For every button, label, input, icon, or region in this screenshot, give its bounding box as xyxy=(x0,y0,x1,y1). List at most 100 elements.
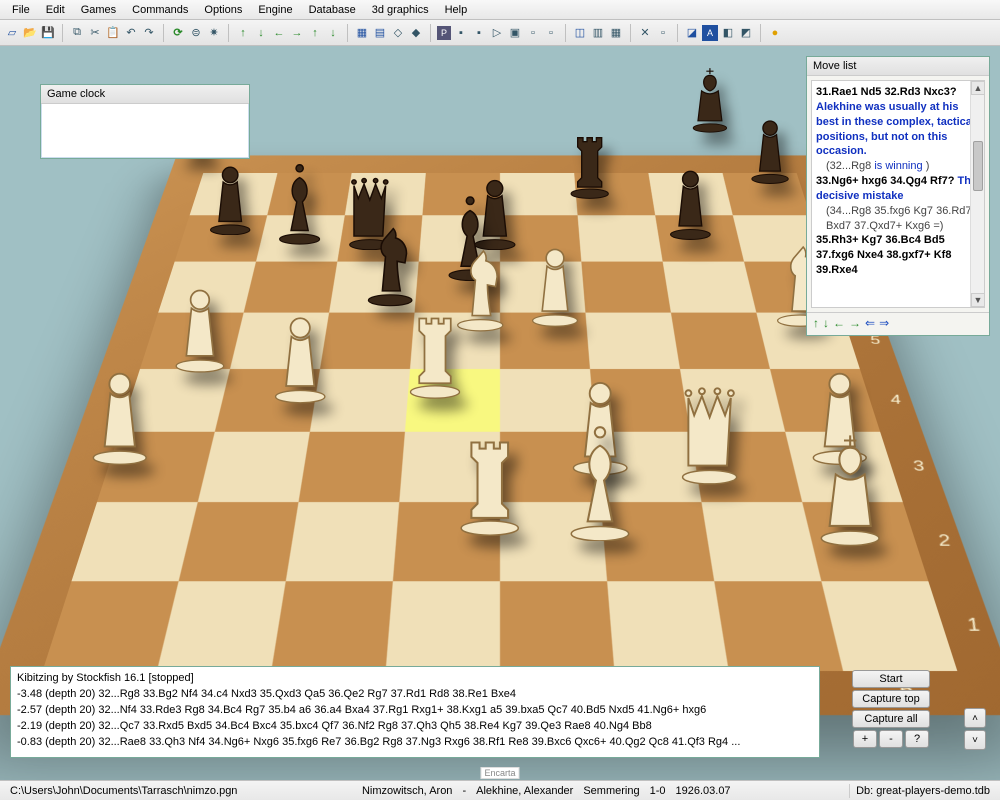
menu-database[interactable]: Database xyxy=(301,2,364,18)
move-list-title: Move list xyxy=(807,57,989,76)
x1-icon[interactable]: ✕ xyxy=(637,25,653,41)
variation-1a[interactable]: (32...Rg8 xyxy=(826,160,871,172)
db4-icon[interactable]: ◆ xyxy=(408,25,424,41)
kibitz-line-3: -0.83 (depth 20) 32...Rae8 33.Qh3 Nf4 34… xyxy=(17,735,813,751)
game-clock-panel: Game clock xyxy=(40,84,250,159)
menu-file[interactable]: File xyxy=(4,2,38,18)
kibitz-panel: Kibitzing by Stockfish 16.1 [stopped] -3… xyxy=(10,666,820,758)
kibitz-line-2: -2.19 (depth 20) 32...Qc7 33.Rxd5 Bxd5 3… xyxy=(17,719,813,735)
status-sep: - xyxy=(462,785,466,797)
redo-icon[interactable]: ↷ xyxy=(141,25,157,41)
x2-icon[interactable]: ▫ xyxy=(655,25,671,41)
view4-icon[interactable]: ◩ xyxy=(738,25,754,41)
move-line-1[interactable]: 31.Rae1 Nd5 32.Rd3 Nxc3? xyxy=(816,86,957,98)
panel1-icon[interactable]: ◫ xyxy=(572,25,588,41)
status-filepath: C:\Users\John\Documents\Tarrasch\nimzo.p… xyxy=(4,784,243,798)
view2-icon[interactable]: A xyxy=(702,25,718,41)
view3-icon[interactable]: ◧ xyxy=(720,25,736,41)
annotation-1: Alekhine was usually at his best in thes… xyxy=(816,101,975,158)
kibitz-controls: Start Capture top Capture all + - ? xyxy=(826,666,956,758)
capture-all-button[interactable]: Capture all xyxy=(852,710,930,728)
move-line-2[interactable]: 33.Ng6+ hxg6 34.Qg4 Rf7? xyxy=(816,175,954,187)
db2-icon[interactable]: ▤ xyxy=(372,25,388,41)
nav-up2-icon[interactable]: ↑ xyxy=(307,25,323,41)
kibitz-line-0: -3.48 (depth 20) 32...Rg8 33.Bg2 Nf4 34.… xyxy=(17,687,813,703)
movelist-nav-left-icon[interactable]: ← xyxy=(833,316,845,330)
nav-first-icon[interactable]: ↑ xyxy=(235,25,251,41)
movelist-nav-first-icon[interactable]: ⇐ xyxy=(865,316,875,330)
scroll-up-icon[interactable]: ▲ xyxy=(971,81,985,95)
help-button[interactable]: ? xyxy=(905,730,929,748)
sq1-icon[interactable]: ▪ xyxy=(453,25,469,41)
flip-icon[interactable]: ⊜ xyxy=(188,25,204,41)
toolbar: ▱ 📂 💾 ⧉ ✂ 📋 ↶ ↷ ⟳ ⊜ ✷ ↑ ↓ ← → ↑ ↓ ▦ ▤ ◇ … xyxy=(0,20,1000,46)
black-king xyxy=(686,61,734,133)
menu-help[interactable]: Help xyxy=(437,2,476,18)
sq3-icon[interactable]: ▫ xyxy=(525,25,541,41)
move-list-scrollbar[interactable]: ▲ ▼ xyxy=(970,81,984,307)
game-clock-title: Game clock xyxy=(41,85,249,104)
corner-controls: ˄ ˅ xyxy=(964,708,990,750)
cut-icon[interactable]: ✂ xyxy=(87,25,103,41)
open-icon[interactable]: 📂 xyxy=(22,25,38,41)
minus-button[interactable]: - xyxy=(879,730,903,748)
menu-options[interactable]: Options xyxy=(196,2,250,18)
menu-3d-graphics[interactable]: 3d graphics xyxy=(364,2,437,18)
play-icon[interactable]: ▷ xyxy=(489,25,505,41)
encarta-watermark: Encarta xyxy=(480,767,519,779)
move-list-nav: ↑ ↓ ← → ⇐ ⇒ xyxy=(807,312,989,333)
status-result: 1-0 xyxy=(650,785,666,797)
nav-back-icon[interactable]: ← xyxy=(271,25,287,41)
movelist-nav-last-icon[interactable]: ⇒ xyxy=(879,316,889,330)
variation-1-eval: is winning xyxy=(874,160,922,172)
sq4-icon[interactable]: ▫ xyxy=(543,25,559,41)
undo-icon[interactable]: ↶ xyxy=(123,25,139,41)
status-event: Semmering xyxy=(583,785,639,797)
status-date: 1926.03.07 xyxy=(676,785,731,797)
menu-games[interactable]: Games xyxy=(73,2,124,18)
copy-icon[interactable]: ⧉ xyxy=(69,25,85,41)
start-button[interactable]: Start xyxy=(852,670,930,688)
bug-icon[interactable]: ✷ xyxy=(206,25,222,41)
menu-edit[interactable]: Edit xyxy=(38,2,73,18)
move-list-content[interactable]: 31.Rae1 Nd5 32.Rd3 Nxc3? Alekhine was us… xyxy=(811,80,985,308)
corner-down-icon[interactable]: ˅ xyxy=(964,730,986,750)
nav-down2-icon[interactable]: ↓ xyxy=(325,25,341,41)
status-black: Alekhine, Alexander xyxy=(476,785,573,797)
kibitz-line-1: -2.57 (depth 20) 32...Nf4 33.Rde3 Rg8 34… xyxy=(17,703,813,719)
movelist-nav-up-icon[interactable]: ↑ xyxy=(813,316,819,330)
refresh-icon[interactable]: ⟳ xyxy=(170,25,186,41)
sq2-icon[interactable]: ▪ xyxy=(471,25,487,41)
p-icon[interactable]: P xyxy=(437,26,451,40)
plus-button[interactable]: + xyxy=(853,730,877,748)
capture-top-button[interactable]: Capture top xyxy=(852,690,930,708)
scroll-down-icon[interactable]: ▼ xyxy=(971,293,985,307)
paste-icon[interactable]: 📋 xyxy=(105,25,121,41)
status-database: Db: great-players-demo.tdb xyxy=(849,784,996,798)
move-list-panel: Move list 31.Rae1 Nd5 32.Rd3 Nxc3? Alekh… xyxy=(806,56,990,336)
nav-fwd-icon[interactable]: → xyxy=(289,25,305,41)
menu-bar: File Edit Games Commands Options Engine … xyxy=(0,0,1000,20)
corner-up-icon[interactable]: ˄ xyxy=(964,708,986,728)
status-bar: C:\Users\John\Documents\Tarrasch\nimzo.p… xyxy=(0,780,1000,800)
move-line-3[interactable]: 35.Rh3+ Kg7 36.Bc4 Bd5 37.fxg6 Nxe4 38.g… xyxy=(816,234,951,276)
view1-icon[interactable]: ◪ xyxy=(684,25,700,41)
db-icon[interactable]: ▦ xyxy=(354,25,370,41)
status-white: Nimzowitsch, Aron xyxy=(362,785,452,797)
panel3-icon[interactable]: ▦ xyxy=(608,25,624,41)
scroll-thumb[interactable] xyxy=(973,141,983,191)
movelist-nav-down-icon[interactable]: ↓ xyxy=(823,316,829,330)
menu-commands[interactable]: Commands xyxy=(124,2,196,18)
variation-1c: ) xyxy=(926,160,930,172)
menu-engine[interactable]: Engine xyxy=(250,2,300,18)
movelist-nav-right-icon[interactable]: → xyxy=(849,316,861,330)
help-icon[interactable]: ● xyxy=(767,25,783,41)
nav-prev-icon[interactable]: ↓ xyxy=(253,25,269,41)
new-icon[interactable]: ▱ xyxy=(4,25,20,41)
variation-2[interactable]: (34...Rg8 35.fxg6 Kg7 36.Rd7+ Bxd7 37.Qx… xyxy=(816,204,982,234)
kibitz-header: Kibitzing by Stockfish 16.1 [stopped] xyxy=(17,671,813,687)
panel2-icon[interactable]: ▥ xyxy=(590,25,606,41)
db3-icon[interactable]: ◇ xyxy=(390,25,406,41)
rec-icon[interactable]: ▣ xyxy=(507,25,523,41)
save-icon[interactable]: 💾 xyxy=(40,25,56,41)
